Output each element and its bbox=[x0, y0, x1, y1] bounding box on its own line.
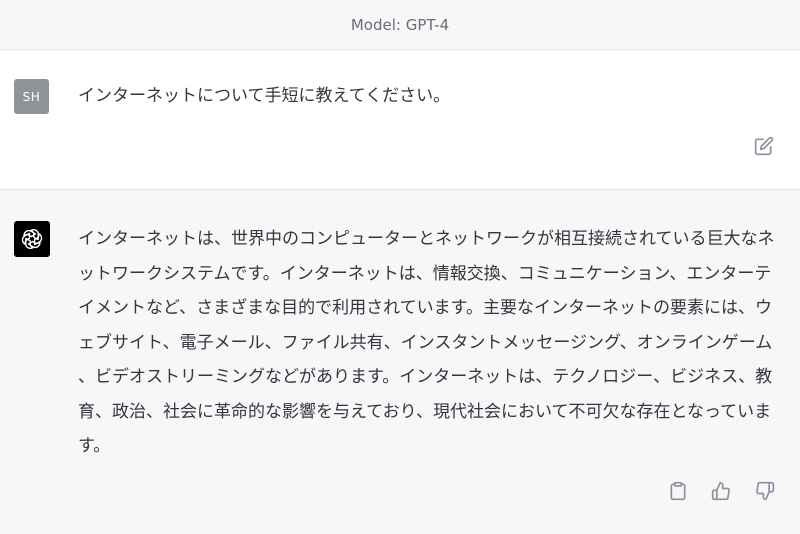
thumbs-down-button[interactable] bbox=[754, 480, 776, 502]
copy-button[interactable] bbox=[667, 480, 689, 502]
user-avatar: SH bbox=[14, 79, 49, 114]
edit-button[interactable] bbox=[753, 135, 775, 157]
thumbs-down-icon bbox=[755, 481, 775, 501]
chat-page: Model: GPT-4 SH インターネットについて手短に教えてください。 イ… bbox=[0, 0, 800, 534]
assistant-message-text: インターネットは、世界中のコンピューターとネットワークが相互接続されている巨大な… bbox=[78, 229, 775, 456]
user-avatar-initials: SH bbox=[22, 89, 41, 104]
thumbs-up-icon bbox=[711, 481, 731, 501]
clipboard-icon bbox=[668, 481, 688, 501]
thumbs-up-button[interactable] bbox=[710, 480, 732, 502]
user-message-text: インターネットについて手短に教えてください。 bbox=[78, 86, 451, 106]
assistant-avatar bbox=[14, 221, 50, 257]
edit-icon bbox=[754, 136, 774, 156]
assistant-message-row: インターネットは、世界中のコンピューターとネットワークが相互接続されている巨大な… bbox=[0, 190, 800, 534]
model-label: Model: GPT-4 bbox=[350, 15, 450, 34]
openai-logo-icon bbox=[20, 227, 44, 251]
user-message-row: SH インターネットについて手短に教えてください。 bbox=[0, 50, 800, 190]
model-header: Model: GPT-4 bbox=[0, 0, 800, 50]
